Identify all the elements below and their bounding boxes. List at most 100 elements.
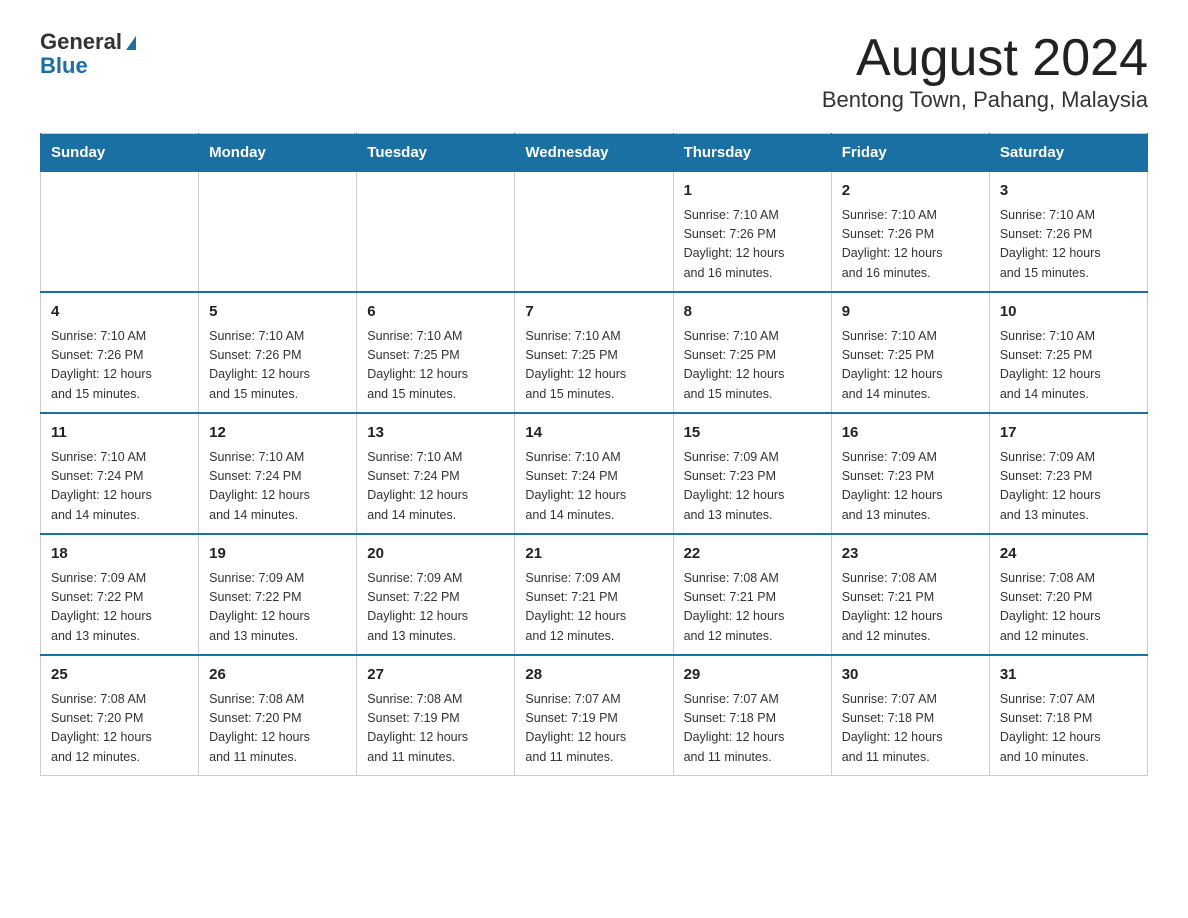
calendar-cell: 6Sunrise: 7:10 AMSunset: 7:25 PMDaylight… xyxy=(357,292,515,413)
day-number: 28 xyxy=(525,664,662,687)
calendar-cell: 20 Sunrise: 7:09 AMSunset: 7:22 PMDayligh… xyxy=(357,534,515,655)
calendar-cell: 15 Sunrise: 7:09 AMSunset: 7:23 PMDayligh… xyxy=(673,413,831,534)
calendar-cell: 31 Sunrise: 7:07 AMSunset: 7:18 PMDayligh… xyxy=(989,655,1147,776)
day-info: Sunrise: 7:10 AMSunset: 7:24 PMDaylight:… xyxy=(525,448,662,526)
day-info: Sunrise: 7:09 AMSunset: 7:22 PMDaylight:… xyxy=(51,569,188,647)
calendar-week-row: 11 Sunrise: 7:10 AMSunset: 7:24 PMDayligh… xyxy=(41,413,1148,534)
calendar-cell xyxy=(515,172,673,293)
calendar-cell: 19 Sunrise: 7:09 AMSunset: 7:22 PMDayligh… xyxy=(199,534,357,655)
day-number: 15 xyxy=(684,422,821,445)
day-number: 20 xyxy=(367,543,504,566)
day-number: 11 xyxy=(51,422,188,445)
day-info: Sunrise: 7:10 AMSunset: 7:25 PMDaylight:… xyxy=(684,327,821,405)
day-info: Sunrise: 7:07 AMSunset: 7:18 PMDaylight:… xyxy=(1000,690,1137,768)
logo-blue: Blue xyxy=(40,54,136,78)
day-info: Sunrise: 7:10 AMSunset: 7:26 PMDaylight:… xyxy=(1000,206,1137,284)
day-info: Sunrise: 7:09 AMSunset: 7:23 PMDaylight:… xyxy=(842,448,979,526)
day-info: Sunrise: 7:08 AMSunset: 7:20 PMDaylight:… xyxy=(1000,569,1137,647)
calendar-cell: 28 Sunrise: 7:07 AMSunset: 7:19 PMDayligh… xyxy=(515,655,673,776)
day-info: Sunrise: 7:07 AMSunset: 7:19 PMDaylight:… xyxy=(525,690,662,768)
calendar-week-row: 25 Sunrise: 7:08 AMSunset: 7:20 PMDayligh… xyxy=(41,655,1148,776)
page-header: General Blue August 2024 Bentong Town, P… xyxy=(40,30,1148,113)
day-number: 13 xyxy=(367,422,504,445)
col-header-thursday: Thursday xyxy=(673,134,831,172)
calendar-cell xyxy=(41,172,199,293)
calendar-cell: 11 Sunrise: 7:10 AMSunset: 7:24 PMDayligh… xyxy=(41,413,199,534)
calendar-week-row: 1 Sunrise: 7:10 AMSunset: 7:26 PMDaylight… xyxy=(41,172,1148,293)
day-number: 8 xyxy=(684,301,821,324)
day-info: Sunrise: 7:09 AMSunset: 7:21 PMDaylight:… xyxy=(525,569,662,647)
day-number: 2 xyxy=(842,180,979,203)
day-info: Sunrise: 7:08 AMSunset: 7:19 PMDaylight:… xyxy=(367,690,504,768)
day-info: Sunrise: 7:09 AMSunset: 7:22 PMDaylight:… xyxy=(209,569,346,647)
calendar-table: SundayMondayTuesdayWednesdayThursdayFrid… xyxy=(40,133,1148,776)
calendar-cell: 12 Sunrise: 7:10 AMSunset: 7:24 PMDayligh… xyxy=(199,413,357,534)
col-header-wednesday: Wednesday xyxy=(515,134,673,172)
col-header-tuesday: Tuesday xyxy=(357,134,515,172)
calendar-cell: 14 Sunrise: 7:10 AMSunset: 7:24 PMDayligh… xyxy=(515,413,673,534)
day-number: 29 xyxy=(684,664,821,687)
title-block: August 2024 Bentong Town, Pahang, Malays… xyxy=(822,30,1148,113)
calendar-cell: 23 Sunrise: 7:08 AMSunset: 7:21 PMDayligh… xyxy=(831,534,989,655)
day-number: 14 xyxy=(525,422,662,445)
day-number: 12 xyxy=(209,422,346,445)
day-number: 9 xyxy=(842,301,979,324)
day-info: Sunrise: 7:08 AMSunset: 7:20 PMDaylight:… xyxy=(209,690,346,768)
day-info: Sunrise: 7:09 AMSunset: 7:23 PMDaylight:… xyxy=(684,448,821,526)
day-info: Sunrise: 7:10 AMSunset: 7:26 PMDaylight:… xyxy=(209,327,346,405)
day-info: Sunrise: 7:10 AMSunset: 7:26 PMDaylight:… xyxy=(842,206,979,284)
day-number: 5 xyxy=(209,301,346,324)
calendar-cell: 18 Sunrise: 7:09 AMSunset: 7:22 PMDayligh… xyxy=(41,534,199,655)
calendar-cell: 29 Sunrise: 7:07 AMSunset: 7:18 PMDayligh… xyxy=(673,655,831,776)
day-number: 31 xyxy=(1000,664,1137,687)
calendar-cell: 17Sunrise: 7:09 AMSunset: 7:23 PMDayligh… xyxy=(989,413,1147,534)
col-header-monday: Monday xyxy=(199,134,357,172)
day-number: 3 xyxy=(1000,180,1137,203)
calendar-cell xyxy=(199,172,357,293)
calendar-cell: 26 Sunrise: 7:08 AMSunset: 7:20 PMDayligh… xyxy=(199,655,357,776)
col-header-friday: Friday xyxy=(831,134,989,172)
day-number: 16 xyxy=(842,422,979,445)
calendar-cell: 16 Sunrise: 7:09 AMSunset: 7:23 PMDayligh… xyxy=(831,413,989,534)
day-number: 1 xyxy=(684,180,821,203)
calendar-cell: 30Sunrise: 7:07 AMSunset: 7:18 PMDayligh… xyxy=(831,655,989,776)
day-info: Sunrise: 7:10 AMSunset: 7:24 PMDaylight:… xyxy=(51,448,188,526)
day-number: 27 xyxy=(367,664,504,687)
day-info: Sunrise: 7:09 AMSunset: 7:22 PMDaylight:… xyxy=(367,569,504,647)
day-number: 4 xyxy=(51,301,188,324)
col-header-sunday: Sunday xyxy=(41,134,199,172)
day-number: 22 xyxy=(684,543,821,566)
calendar-cell xyxy=(357,172,515,293)
calendar-cell: 24Sunrise: 7:08 AMSunset: 7:20 PMDayligh… xyxy=(989,534,1147,655)
logo-triangle-icon xyxy=(126,36,136,50)
day-number: 23 xyxy=(842,543,979,566)
day-number: 19 xyxy=(209,543,346,566)
day-info: Sunrise: 7:10 AMSunset: 7:25 PMDaylight:… xyxy=(842,327,979,405)
day-info: Sunrise: 7:08 AMSunset: 7:21 PMDaylight:… xyxy=(684,569,821,647)
calendar-cell: 3 Sunrise: 7:10 AMSunset: 7:26 PMDaylight… xyxy=(989,172,1147,293)
day-info: Sunrise: 7:10 AMSunset: 7:24 PMDaylight:… xyxy=(209,448,346,526)
day-number: 26 xyxy=(209,664,346,687)
calendar-subtitle: Bentong Town, Pahang, Malaysia xyxy=(822,87,1148,113)
day-number: 17 xyxy=(1000,422,1137,445)
calendar-week-row: 4 Sunrise: 7:10 AMSunset: 7:26 PMDaylight… xyxy=(41,292,1148,413)
calendar-cell: 1 Sunrise: 7:10 AMSunset: 7:26 PMDaylight… xyxy=(673,172,831,293)
calendar-title: August 2024 xyxy=(822,30,1148,87)
calendar-week-row: 18 Sunrise: 7:09 AMSunset: 7:22 PMDayligh… xyxy=(41,534,1148,655)
logo: General Blue xyxy=(40,30,136,78)
day-info: Sunrise: 7:07 AMSunset: 7:18 PMDaylight:… xyxy=(684,690,821,768)
calendar-cell: 7Sunrise: 7:10 AMSunset: 7:25 PMDaylight… xyxy=(515,292,673,413)
day-info: Sunrise: 7:08 AMSunset: 7:21 PMDaylight:… xyxy=(842,569,979,647)
day-number: 25 xyxy=(51,664,188,687)
day-info: Sunrise: 7:08 AMSunset: 7:20 PMDaylight:… xyxy=(51,690,188,768)
calendar-cell: 22 Sunrise: 7:08 AMSunset: 7:21 PMDayligh… xyxy=(673,534,831,655)
calendar-cell: 21Sunrise: 7:09 AMSunset: 7:21 PMDayligh… xyxy=(515,534,673,655)
day-number: 7 xyxy=(525,301,662,324)
calendar-cell: 13Sunrise: 7:10 AMSunset: 7:24 PMDayligh… xyxy=(357,413,515,534)
calendar-cell: 2 Sunrise: 7:10 AMSunset: 7:26 PMDaylight… xyxy=(831,172,989,293)
day-number: 18 xyxy=(51,543,188,566)
day-info: Sunrise: 7:10 AMSunset: 7:25 PMDaylight:… xyxy=(367,327,504,405)
day-info: Sunrise: 7:10 AMSunset: 7:26 PMDaylight:… xyxy=(51,327,188,405)
calendar-cell: 10Sunrise: 7:10 AMSunset: 7:25 PMDayligh… xyxy=(989,292,1147,413)
day-info: Sunrise: 7:10 AMSunset: 7:26 PMDaylight:… xyxy=(684,206,821,284)
